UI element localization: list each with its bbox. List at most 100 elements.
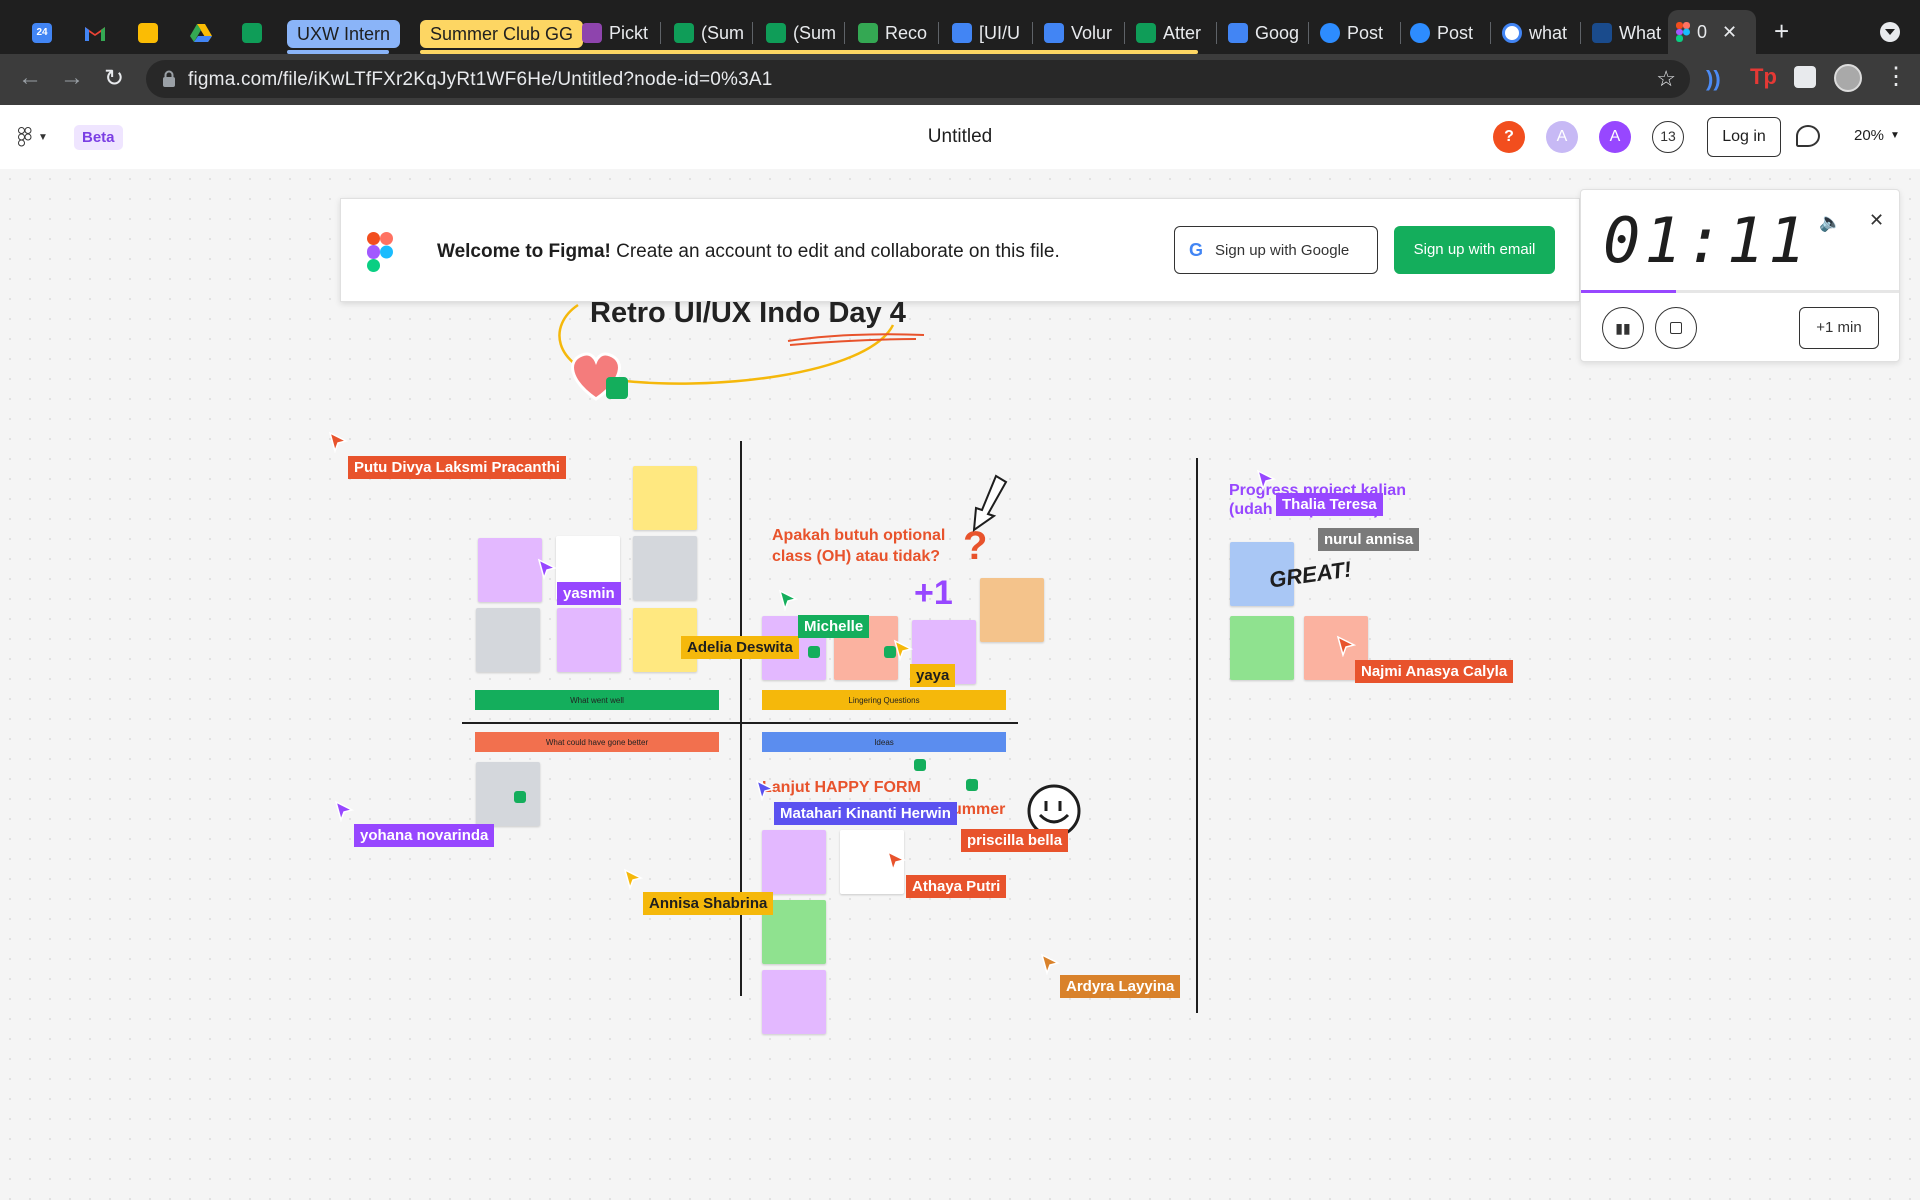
avatar-a-light[interactable]: A <box>1546 121 1578 153</box>
login-button[interactable]: Log in <box>1707 117 1781 157</box>
sticky-note[interactable] <box>1230 616 1294 680</box>
tab-search-icon[interactable] <box>1880 22 1900 42</box>
sign-up-email-button[interactable]: Sign up with email <box>1394 226 1555 274</box>
sheets-icon <box>674 23 694 43</box>
timer-display: 01:11 <box>1603 204 1810 277</box>
drive-icon <box>858 23 878 43</box>
sticky-note[interactable] <box>478 538 542 602</box>
timer-progress-track <box>1581 290 1899 293</box>
board-title: Retro UI/UX Indo Day 4 <box>590 297 906 329</box>
extension-wave-icon[interactable]: )) <box>1706 66 1721 92</box>
address-bar[interactable]: figma.com/file/iKwLTfFXr2KqJyRt1WF6He/Un… <box>146 60 1690 98</box>
docs-icon <box>952 23 972 43</box>
cursor-label: Adelia Deswita <box>681 636 799 659</box>
cursor-arrow-icon <box>1040 953 1060 975</box>
tab-translate[interactable]: Goog <box>1220 14 1304 52</box>
tab-separator <box>1308 22 1309 44</box>
welcome-message: Welcome to Figma! Create an account to e… <box>437 241 1060 262</box>
comment-icon[interactable] <box>1796 125 1820 147</box>
chevron-down-icon: ▼ <box>1890 130 1900 141</box>
cursor-arrow-icon <box>1336 635 1356 657</box>
tab-separator <box>1580 22 1581 44</box>
tab-slides[interactable] <box>130 14 166 52</box>
close-icon[interactable]: ✕ <box>1869 210 1884 231</box>
cursor-label: Najmi Anasya Calyla <box>1355 660 1514 683</box>
thumbs-up-icon <box>514 791 526 803</box>
tab-group-summer-club[interactable]: Summer Club GG <box>420 20 584 48</box>
tab-docs-volur[interactable]: Volur <box>1036 14 1120 52</box>
avatar-unknown[interactable]: ? <box>1493 121 1525 153</box>
tab-group-uxw-intern[interactable]: UXW Intern <box>287 20 401 48</box>
cursor-label: Ardyra Layyina <box>1060 975 1181 998</box>
calendar-icon: 24 <box>32 23 52 43</box>
forward-icon[interactable]: → <box>60 64 84 92</box>
tab-docs-uiu[interactable]: [UI/U <box>944 14 1028 52</box>
tab-sheets-sum-2[interactable]: (Sum <box>758 14 838 52</box>
tab-separator <box>1400 22 1401 44</box>
tab-separator <box>752 22 753 44</box>
sticky-note[interactable] <box>476 762 540 826</box>
extensions-puzzle-icon[interactable] <box>1794 66 1816 88</box>
chrome-menu-icon[interactable]: ⋮ <box>1884 62 1908 92</box>
cursor-label: yaya <box>910 664 956 687</box>
new-tab-icon[interactable]: + <box>1774 16 1789 47</box>
sticky-note[interactable] <box>762 970 826 1034</box>
tab-calendar[interactable]: 24 <box>24 14 60 52</box>
cdc-icon <box>1592 23 1612 43</box>
zoom-menu[interactable]: 20% ▼ <box>1854 127 1900 144</box>
section-gone-better: What could have gone better <box>475 732 719 752</box>
extension-tp-icon[interactable]: Tp <box>1750 64 1777 90</box>
cursor-label: yasmin <box>557 582 621 605</box>
thumbs-up-icon <box>808 646 820 658</box>
figma-logo-icon <box>367 232 393 272</box>
figjam-canvas[interactable]: Welcome to Figma! Create an account to e… <box>0 169 1920 1200</box>
cursor-label: Athaya Putri <box>906 875 1007 898</box>
profile-avatar[interactable] <box>1834 64 1862 92</box>
plus-one-sticker: +1 <box>914 574 953 612</box>
sound-icon[interactable]: 🔈 <box>1819 212 1841 233</box>
tab-drive[interactable] <box>182 14 220 52</box>
pause-button[interactable]: ▮▮ <box>1602 307 1644 349</box>
sticky-note[interactable] <box>476 608 540 672</box>
viewer-count[interactable]: 13 <box>1652 121 1684 153</box>
thumbs-up-icon <box>966 779 978 791</box>
cursor-label: Matahari Kinanti Herwin <box>774 802 957 825</box>
tab-sheets-atter[interactable]: Atter <box>1128 14 1212 52</box>
google-g-icon: G <box>1189 239 1204 260</box>
back-icon[interactable]: ← <box>18 64 42 92</box>
cursor-arrow-icon <box>537 558 557 580</box>
close-tab-icon[interactable]: ✕ <box>1722 22 1737 43</box>
translate-icon <box>1228 23 1248 43</box>
board-divider-vertical <box>1196 458 1198 1013</box>
tab-pickt[interactable]: Pickt <box>574 14 654 52</box>
tab-sheets-sum-1[interactable]: (Sum <box>666 14 746 52</box>
tab-zoom-post-2[interactable]: Post <box>1402 14 1486 52</box>
add-minute-button[interactable]: +1 min <box>1799 307 1879 349</box>
tab-zoom-post-1[interactable]: Post <box>1312 14 1396 52</box>
sticky-note[interactable] <box>633 466 697 530</box>
cursor-arrow-icon <box>886 850 906 872</box>
tab-sheets[interactable] <box>234 14 270 52</box>
avatar-a-purple[interactable]: A <box>1599 121 1631 153</box>
figma-icon <box>1676 22 1690 42</box>
cursor-arrow-icon <box>623 868 643 890</box>
bookmark-star-icon[interactable]: ☆ <box>1656 66 1676 92</box>
tab-separator <box>1124 22 1125 44</box>
tab-google-what[interactable]: what <box>1494 14 1578 52</box>
stop-button[interactable] <box>1655 307 1697 349</box>
cursor-label: priscilla bella <box>961 829 1069 852</box>
sign-up-google-button[interactable]: G Sign up with Google <box>1174 226 1378 274</box>
sticky-note[interactable] <box>762 830 826 894</box>
arrow-down-doodle <box>972 474 1008 533</box>
reload-icon[interactable]: ↻ <box>104 64 124 93</box>
file-title[interactable]: Untitled <box>0 126 1920 148</box>
section-what-went-well: What went well <box>475 690 719 710</box>
tab-drive-reco[interactable]: Reco <box>850 14 934 52</box>
sticky-note[interactable] <box>557 608 621 672</box>
browser-toolbar: ← → ↻ figma.com/file/iKwLTfFXr2KqJyRt1WF… <box>0 54 1920 105</box>
sticky-note[interactable] <box>980 578 1044 642</box>
tab-figma-active[interactable]: 0 ✕ <box>1668 10 1756 54</box>
sticky-note[interactable] <box>633 536 697 600</box>
tab-cdc-what[interactable]: What <box>1584 14 1668 52</box>
tab-gmail[interactable] <box>76 14 114 52</box>
